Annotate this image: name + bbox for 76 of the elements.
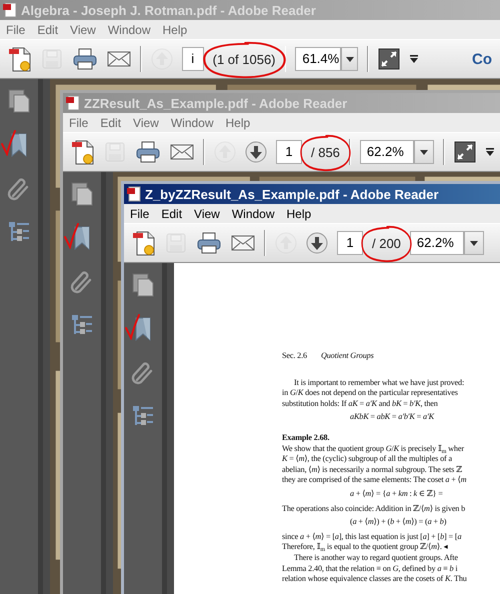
page-number-field[interactable]: i bbox=[182, 47, 204, 71]
page-number-field[interactable]: 1 bbox=[276, 140, 302, 164]
envelope-icon[interactable] bbox=[231, 234, 255, 252]
document-icon bbox=[127, 186, 141, 202]
menu-item[interactable]: File bbox=[130, 206, 150, 220]
paperclip-icon[interactable] bbox=[131, 360, 155, 386]
pages-icon[interactable] bbox=[131, 272, 155, 298]
menu-item[interactable]: Help bbox=[162, 22, 188, 36]
equation: a + ⟨m⟩ = {a + km : k ∈ ℤ} = bbox=[349, 488, 444, 500]
zoom-field[interactable]: 61.4% bbox=[295, 47, 342, 71]
zoom-dropdown-button[interactable] bbox=[464, 231, 484, 255]
bookmark-icon[interactable] bbox=[9, 132, 29, 158]
menu-item[interactable]: Help bbox=[226, 116, 250, 130]
menu-item[interactable]: Window bbox=[108, 22, 151, 36]
create-pdf-icon[interactable] bbox=[8, 46, 32, 72]
menu-item[interactable]: File bbox=[6, 22, 26, 36]
overflow-menu-icon[interactable] bbox=[409, 54, 419, 64]
menu-item[interactable]: Edit bbox=[37, 22, 58, 36]
page-number-field[interactable]: 1 bbox=[337, 231, 363, 255]
printer-icon[interactable] bbox=[196, 231, 222, 255]
caret-icon bbox=[420, 150, 428, 154]
paperclip-icon[interactable] bbox=[7, 176, 31, 202]
menu-item[interactable]: View bbox=[133, 116, 159, 130]
zoom-field[interactable]: 62.2% bbox=[360, 140, 414, 164]
check-mark bbox=[124, 314, 140, 340]
example-heading: Example 2.68. bbox=[282, 432, 330, 444]
page-count: (1 of 1056) bbox=[212, 52, 276, 66]
tree-list-icon[interactable] bbox=[131, 404, 155, 428]
window-title: ZZResult_As_Example.pdf - Adobe Reader bbox=[84, 96, 348, 110]
window-title: Z_byZZResult_As_Example.pdf - Adobe Reader bbox=[145, 186, 439, 202]
envelope-icon[interactable] bbox=[107, 50, 131, 68]
bookmark-icon[interactable] bbox=[133, 316, 153, 342]
tree-list-icon[interactable] bbox=[70, 313, 94, 337]
create-pdf-icon[interactable] bbox=[71, 139, 95, 165]
menu-item[interactable]: Edit bbox=[161, 206, 182, 220]
check-mark bbox=[63, 223, 79, 249]
menu-item[interactable]: Window bbox=[232, 206, 275, 220]
document-icon bbox=[3, 2, 17, 18]
envelope-icon[interactable] bbox=[170, 143, 194, 161]
caret-icon bbox=[346, 56, 354, 62]
paragraph: since a + ⟨m⟩ = [a], this last equation is just [a] + [b] = [a Therefore, 𝕀$_{m}$ is equal to the quotient group ℤ/⟨m⟩. ◂ bbox=[282, 532, 462, 553]
menu-item[interactable]: Edit bbox=[100, 116, 122, 130]
pages-icon[interactable] bbox=[70, 181, 94, 207]
check-mark bbox=[0, 130, 16, 156]
paragraph: We show that the quotient group G/K is precisely 𝕀$_{m}$ wher K = ⟨m⟩, the (cyclic) subgroup of all the multiples of a abelian, ⟨m⟩ is necessarily a normal subgroup. The sets ℤ they are comprised of the same elements: The coset a + ⟨m bbox=[282, 444, 468, 486]
zoom-dropdown-button[interactable] bbox=[414, 140, 434, 164]
paragraph: The operations also coincide: Addition in ℤ/⟨m⟩ is given b bbox=[282, 504, 466, 514]
expand-arrows-icon[interactable] bbox=[454, 141, 476, 163]
tree-list-icon[interactable] bbox=[7, 220, 31, 244]
equation: (a + ⟨m⟩) + (b + ⟨m⟩) = (a + b) bbox=[349, 517, 448, 528]
menu-item[interactable]: View bbox=[70, 22, 96, 36]
running-head-section: Sec. 2.6 bbox=[282, 351, 307, 362]
menu-item[interactable]: Help bbox=[286, 206, 312, 220]
expand-arrows-icon[interactable] bbox=[378, 48, 400, 70]
zoom-field[interactable]: 62.2% bbox=[410, 231, 464, 255]
overflow-menu-icon[interactable] bbox=[484, 147, 495, 157]
comment-label[interactable]: Co bbox=[472, 50, 492, 68]
printer-icon[interactable] bbox=[135, 140, 161, 164]
create-pdf-icon[interactable] bbox=[132, 230, 156, 256]
page-count: / 200 bbox=[372, 236, 401, 250]
printer-icon[interactable] bbox=[72, 47, 98, 71]
menu-item[interactable]: View bbox=[194, 206, 220, 220]
menu-item[interactable]: File bbox=[69, 116, 88, 130]
equation: aKbK = abK = a′b′K = a′K bbox=[349, 412, 436, 423]
running-head-title: Quotient Groups bbox=[320, 351, 374, 362]
page-count: / 856 bbox=[311, 144, 340, 160]
menu-item[interactable]: Window bbox=[170, 116, 214, 130]
caret-icon bbox=[470, 240, 478, 246]
paragraph: It is important to remember what we have just proved: in G/K does not depend on the particular representatives substitution holds: If aK = a′K and bK = b′K, then bbox=[282, 378, 466, 410]
pages-icon[interactable] bbox=[7, 88, 31, 114]
window-title: Algebra - Joseph J. Rotman.pdf - Adobe Reader bbox=[21, 2, 316, 18]
paragraph: There is another way to regard quotient groups. Afte Lemma 2.40, that the relation ≡ on G, defined by a ≡ b i relation whose equivalence classes are the cosets of K. Thu bbox=[282, 552, 468, 585]
paperclip-icon[interactable] bbox=[70, 269, 94, 295]
document-icon bbox=[66, 95, 80, 111]
bookmark-icon[interactable] bbox=[72, 225, 92, 251]
zoom-dropdown-button[interactable] bbox=[341, 47, 358, 71]
